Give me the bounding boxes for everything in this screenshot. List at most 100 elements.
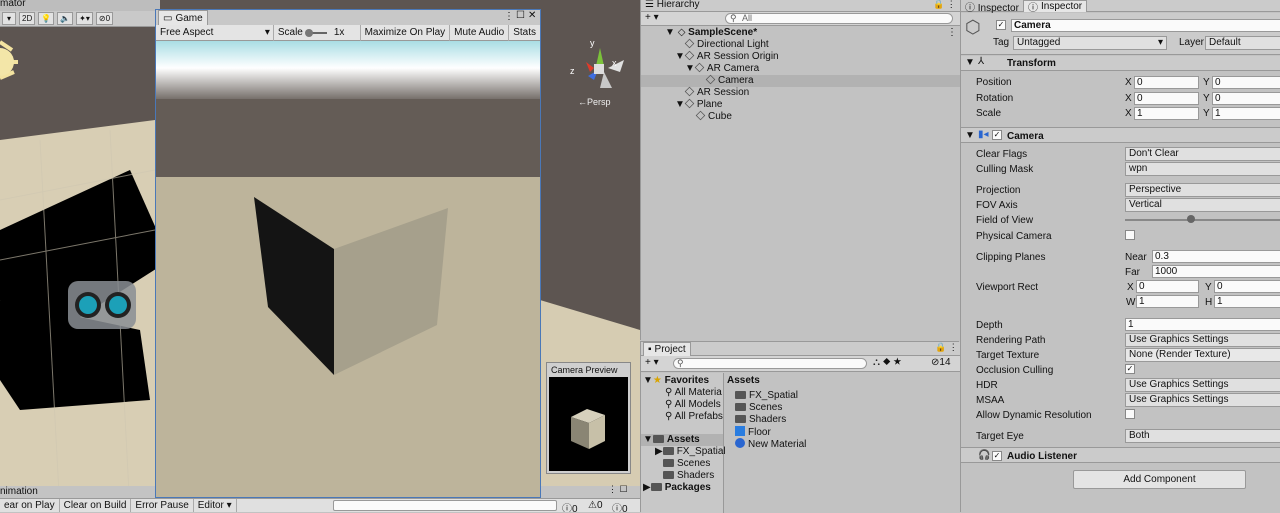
toggle-2d-button[interactable]: 2D (19, 12, 36, 25)
hierarchy-lock-icon[interactable]: 🔒 ⋮ (933, 0, 956, 10)
clear-flags-dropdown[interactable]: Don't Clear (1125, 147, 1280, 161)
tree-favorite-item[interactable]: ⚲ All Materia (641, 387, 722, 399)
scale-x-field[interactable]: 1 (1134, 107, 1199, 120)
physical-camera-checkbox[interactable] (1125, 230, 1135, 240)
console-search-input[interactable] (333, 500, 557, 511)
hidden-objects-toggle[interactable]: ⊘0 (95, 12, 114, 25)
near-field[interactable]: 0.3 (1152, 250, 1280, 263)
effects-toggle-icon[interactable]: ✦▾ (76, 12, 93, 25)
tab-game[interactable]: ▭ Game (158, 10, 208, 25)
console-log-count[interactable]: ⓘ0 (562, 500, 578, 512)
stats-toggle[interactable]: Stats (509, 25, 540, 41)
error-pause-toggle[interactable]: Error Pause (131, 498, 194, 512)
hierarchy-scene-row[interactable]: ▼ ◇ SampleScene* ⋮ (641, 27, 960, 39)
asset-item[interactable]: New Material (725, 438, 806, 450)
game-window-menu-icon[interactable]: ⋮ (504, 11, 514, 22)
asset-item[interactable]: Floor (725, 426, 771, 438)
hierarchy-item-directional-light[interactable]: Directional Light (641, 38, 769, 51)
game-window-close-icon[interactable]: ✕ (528, 10, 536, 21)
fov-slider-thumb[interactable] (1187, 215, 1196, 223)
projection-dropdown[interactable]: Perspective (1125, 183, 1280, 197)
viewport-y-field[interactable]: 0 (1214, 280, 1280, 293)
game-window[interactable]: ▭ Game ⋮ ☐ ✕ Free Aspect ▾ Scale 1x Maxim… (155, 9, 541, 498)
hierarchy-item-plane[interactable]: ▼ Plane (641, 98, 722, 111)
viewport-h-field[interactable]: 1 (1214, 295, 1280, 308)
maximize-on-play-toggle[interactable]: Maximize On Play (361, 24, 451, 41)
scene-menu-button[interactable]: ▾ (2, 12, 16, 25)
console-menu-icon[interactable]: ⋮ ☐ (608, 484, 628, 495)
hdr-dropdown[interactable]: Use Graphics Settings (1125, 378, 1280, 392)
hierarchy-item-ar-session[interactable]: AR Session (641, 86, 749, 99)
hierarchy-search-input[interactable]: ⚲ All (725, 13, 953, 24)
viewport-w-field[interactable]: 1 (1136, 295, 1199, 308)
target-texture-field[interactable]: None (Render Texture) (1125, 348, 1280, 362)
tab-hierarchy[interactable]: ☰ Hierarchy (645, 0, 700, 10)
msaa-dropdown[interactable]: Use Graphics Settings (1125, 393, 1280, 407)
far-field[interactable]: 1000 (1152, 265, 1280, 278)
aspect-dropdown[interactable]: Free Aspect ▾ (156, 24, 274, 41)
editor-dropdown[interactable]: Editor ▾ (194, 498, 237, 512)
camera-enabled-checkbox[interactable]: ✓ (992, 130, 1002, 140)
console-tab-label[interactable]: nimation (0, 486, 38, 497)
rendering-path-dropdown[interactable]: Use Graphics Settings (1125, 333, 1280, 347)
dynamic-resolution-checkbox[interactable] (1125, 409, 1135, 419)
transform-header[interactable]: ▼ ⅄ Transform (961, 56, 1280, 71)
tree-folder-item[interactable]: ▶ FX_Spatial (641, 446, 726, 458)
project-hidden-count[interactable]: ⊘14 (931, 357, 951, 368)
layer-dropdown[interactable]: Default (1205, 36, 1280, 50)
target-eye-dropdown[interactable]: Both (1125, 429, 1280, 443)
audio-listener-header[interactable]: 🎧 ✓ Audio Listener (961, 447, 1280, 463)
rotation-y-field[interactable]: 0 (1212, 92, 1280, 105)
hierarchy-item-ar-session-origin[interactable]: ▼ AR Session Origin (641, 50, 779, 63)
console-warning-count[interactable]: ⚠0 (588, 500, 603, 511)
asset-item[interactable]: Scenes (725, 402, 782, 414)
project-search-input[interactable]: ⚲ (673, 358, 867, 369)
clear-on-play-toggle[interactable]: ear on Play (0, 498, 60, 512)
project-filter-icons[interactable]: ⛬ ◆ ★ (873, 357, 901, 368)
scene-orientation-gizmo[interactable]: y x z (568, 38, 628, 96)
mute-audio-toggle[interactable]: Mute Audio (450, 24, 510, 41)
asset-item[interactable]: FX_Spatial (725, 390, 798, 402)
console-error-count[interactable]: ⓘ0 (612, 500, 628, 512)
hierarchy-item-ar-camera[interactable]: ▼ AR Camera (641, 62, 759, 75)
tree-favorite-item[interactable]: ⚲ All Models (641, 399, 721, 411)
tree-folder-item[interactable]: Shaders (641, 470, 714, 482)
occlusion-culling-checkbox[interactable]: ✓ (1125, 364, 1135, 374)
persp-label[interactable]: ←Persp (578, 97, 611, 107)
add-component-button[interactable]: Add Component (1073, 470, 1246, 489)
hierarchy-add-button[interactable]: + ▾ (645, 12, 659, 23)
position-y-field[interactable]: 0 (1212, 76, 1280, 89)
lighting-toggle-icon[interactable]: 💡 (38, 12, 55, 25)
tree-favorite-item[interactable]: ⚲ All Prefabs (641, 411, 723, 423)
scale-y-field[interactable]: 1 (1212, 107, 1280, 120)
culling-mask-dropdown[interactable]: wpn (1125, 162, 1280, 176)
rotation-x-field[interactable]: 0 (1134, 92, 1199, 105)
tree-folder-item[interactable]: Scenes (641, 458, 710, 470)
object-name-field[interactable]: Camera (1011, 19, 1280, 32)
tab-project[interactable]: ▪ Project (643, 342, 691, 356)
scale-thumb[interactable] (304, 28, 313, 37)
fov-axis-dropdown[interactable]: Vertical (1125, 198, 1280, 212)
game-viewport[interactable] (156, 41, 540, 497)
tree-packages[interactable]: ▶ Packages (641, 482, 711, 494)
position-x-field[interactable]: 0 (1134, 76, 1199, 89)
hierarchy-item-cube[interactable]: Cube (641, 110, 732, 123)
audio-listener-checkbox[interactable]: ✓ (992, 451, 1002, 461)
scene-tab-label[interactable]: mator (0, 0, 26, 9)
active-checkbox[interactable]: ✓ (996, 20, 1006, 30)
project-add-button[interactable]: + ▾ (645, 357, 659, 368)
camera-component-header[interactable]: ▼ ▮◂ ✓ Camera (961, 127, 1280, 143)
audio-toggle-icon[interactable]: 🔈 (57, 12, 74, 25)
project-lock-icon[interactable]: 🔒 ⋮ (935, 342, 958, 353)
tag-dropdown[interactable]: Untagged ▾ (1013, 36, 1167, 50)
tree-favorites[interactable]: ▼★ Favorites (641, 375, 709, 387)
tab-inspector-active[interactable]: ⓘ Inspector (1023, 0, 1088, 14)
asset-item[interactable]: Shaders (725, 414, 786, 426)
depth-field[interactable]: 1 (1125, 318, 1280, 331)
game-window-maximize-icon[interactable]: ☐ (516, 10, 525, 21)
scene-menu-icon[interactable]: ⋮ (947, 27, 957, 39)
scale-slider[interactable]: Scale 1x (274, 24, 361, 41)
tree-assets[interactable]: ▼ Assets (641, 434, 723, 446)
clear-on-build-toggle[interactable]: Clear on Build (60, 498, 132, 512)
fov-slider-track[interactable] (1125, 219, 1280, 221)
